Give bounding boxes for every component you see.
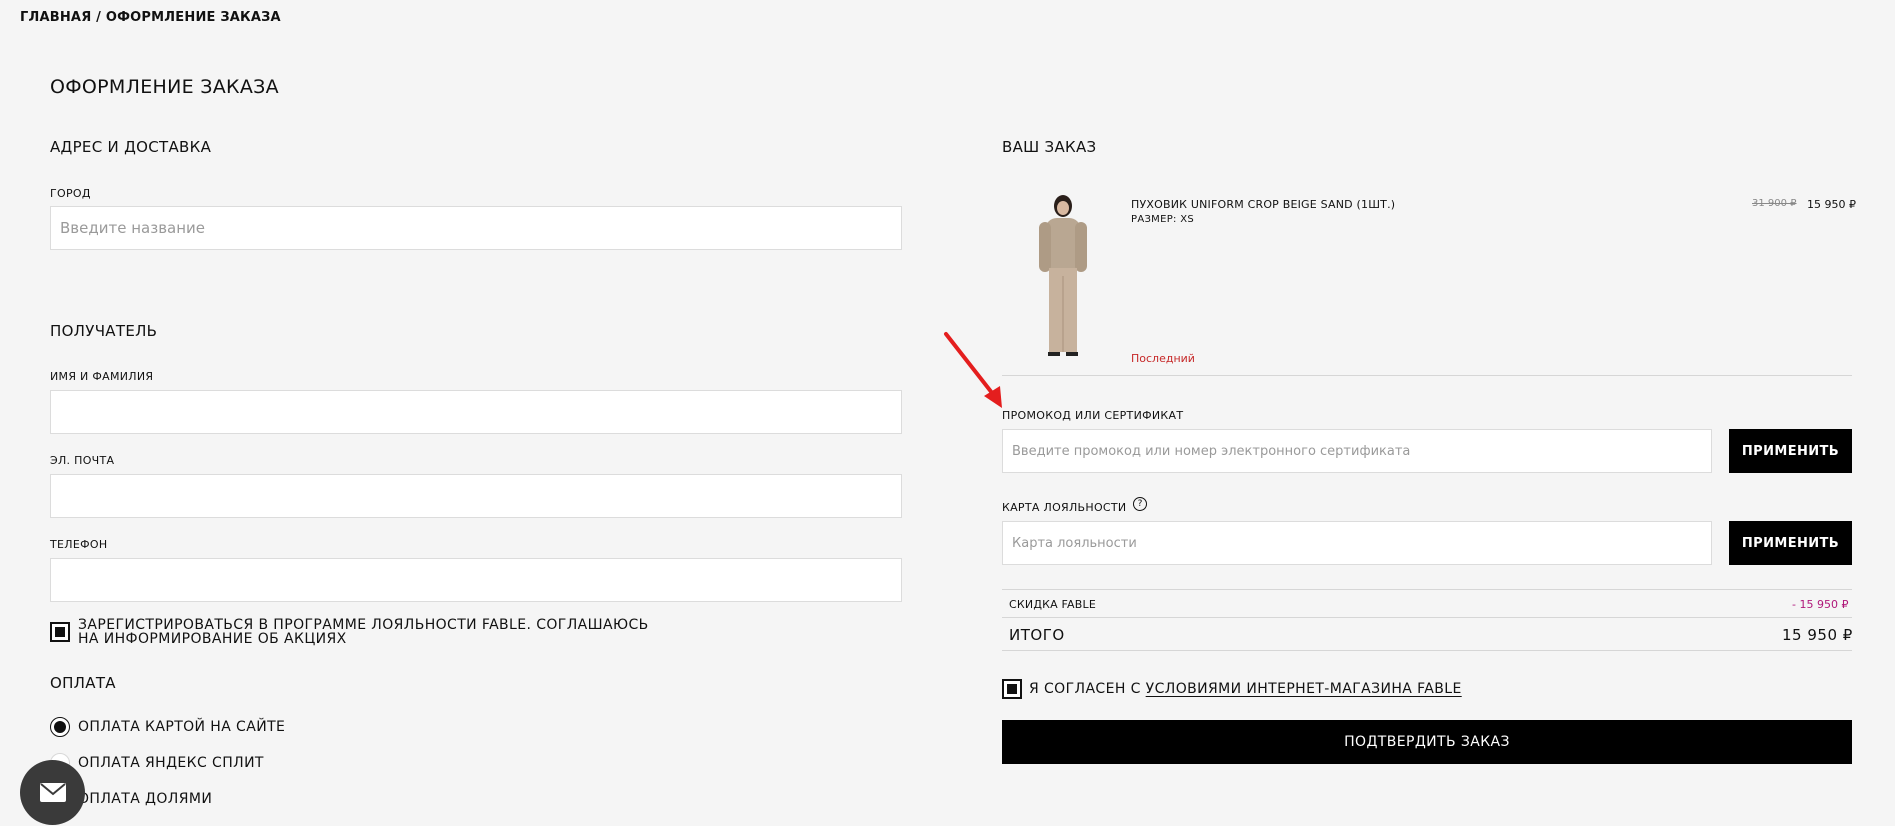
product-image[interactable] [1015, 192, 1110, 362]
mail-button[interactable] [20, 760, 85, 825]
email-label: ЭЛ. ПОЧТА [50, 454, 115, 467]
loyalty-register-text: ЗАРЕГИСТРИРОВАТЬСЯ В ПРОГРАММЕ ЛОЯЛЬНОСТ… [78, 618, 649, 646]
loyalty-register-line1: ЗАРЕГИСТРИРОВАТЬСЯ В ПРОГРАММЕ ЛОЯЛЬНОСТ… [78, 617, 649, 633]
page-title: ОФОРМЛЕНИЕ ЗАКАЗА [50, 76, 279, 98]
payment-section-title: ОПЛАТА [50, 674, 116, 692]
radio-selected-dot [54, 721, 66, 733]
payment-installments-label: ОПЛАТА ДОЛЯМИ [78, 791, 213, 807]
mail-icon [39, 783, 66, 802]
name-input[interactable] [50, 390, 902, 434]
apply-promo-button[interactable]: ПРИМЕНИТЬ [1729, 429, 1852, 473]
name-label: ИМЯ И ФАМИЛИЯ [50, 370, 154, 383]
terms-text: Я СОГЛАСЕН С УСЛОВИЯМИ ИНТЕРНЕТ-МАГАЗИНА… [1029, 681, 1462, 697]
breadcrumb: ГЛАВНАЯ / ОФОРМЛЕНИЕ ЗАКАЗА [20, 10, 281, 25]
city-input[interactable] [50, 206, 902, 250]
breadcrumb-current: ОФОРМЛЕНИЕ ЗАКАЗА [105, 10, 281, 25]
loyalty-register-line2: НА ИНФОРМИРОВАНИЕ ОБ АКЦИЯХ [78, 631, 347, 647]
product-size: РАЗМЕР: XS [1131, 214, 1195, 225]
loyalty-card-input[interactable] [1002, 521, 1712, 565]
terms-prefix: Я СОГЛАСЕН С [1029, 681, 1141, 697]
breadcrumb-separator: / [96, 10, 102, 25]
summary-divider-bottom [1002, 650, 1852, 651]
total-value: 15 950 ₽ [1782, 626, 1853, 644]
payment-card-radio[interactable] [50, 717, 70, 737]
recipient-section-title: ПОЛУЧАТЕЛЬ [50, 322, 158, 340]
checkbox-mark [55, 627, 65, 637]
total-label: ИТОГО [1009, 626, 1065, 644]
product-old-price: 31 900 ₽ [1752, 198, 1797, 209]
discount-value: - 15 950 ₽ [1792, 598, 1849, 611]
phone-input[interactable] [50, 558, 902, 602]
loyalty-card-label: КАРТА ЛОЯЛЬНОСТИ [1002, 501, 1127, 514]
order-divider [1002, 375, 1852, 376]
email-input[interactable] [50, 474, 902, 518]
checkbox-mark [1007, 684, 1017, 694]
order-section-title: ВАШ ЗАКАЗ [1002, 138, 1097, 156]
apply-loyalty-button[interactable]: ПРИМЕНИТЬ [1729, 521, 1852, 565]
summary-divider-top [1002, 589, 1852, 590]
help-icon[interactable]: ? [1133, 497, 1147, 511]
address-section-title: АДРЕС И ДОСТАВКА [50, 138, 212, 156]
payment-card-label: ОПЛАТА КАРТОЙ НА САЙТЕ [78, 719, 286, 735]
confirm-order-button[interactable]: ПОДТВЕРДИТЬ ЗАКАЗ [1002, 720, 1852, 764]
breadcrumb-home[interactable]: ГЛАВНАЯ [20, 10, 91, 25]
phone-label: ТЕЛЕФОН [50, 538, 108, 551]
summary-divider-middle [1002, 617, 1852, 618]
promo-input[interactable] [1002, 429, 1712, 473]
product-name[interactable]: ПУХОВИК UNIFORM CROP BEIGE SAND (1ШТ.) [1131, 198, 1395, 211]
loyalty-register-checkbox[interactable] [50, 622, 70, 642]
product-stock-status: Последний [1131, 352, 1195, 365]
terms-checkbox[interactable] [1002, 679, 1022, 699]
terms-link[interactable]: УСЛОВИЯМИ ИНТЕРНЕТ-МАГАЗИНА FABLE [1146, 681, 1462, 697]
annotation-arrow [944, 332, 1002, 408]
payment-split-label: ОПЛАТА ЯНДЕКС СПЛИТ [78, 755, 264, 771]
city-label: ГОРОД [50, 187, 91, 200]
discount-label: СКИДКА FABLE [1009, 598, 1097, 611]
promo-label: ПРОМОКОД ИЛИ СЕРТИФИКАТ [1002, 409, 1184, 422]
product-price: 15 950 ₽ [1807, 198, 1856, 211]
